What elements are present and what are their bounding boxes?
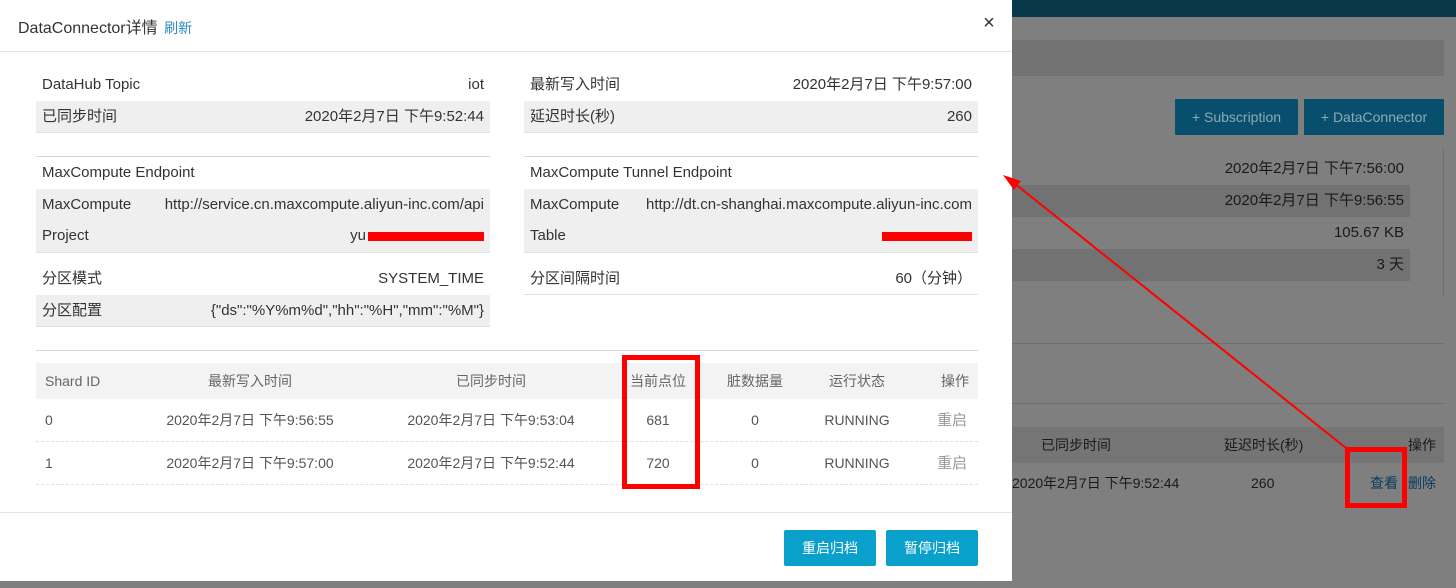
field-label: 分区模式: [42, 270, 103, 287]
mc-endpoint-value: http://service.cn.maxcompute.aliyun-inc.…: [164, 196, 484, 213]
add-dataconnector-button[interactable]: + DataConnector: [1304, 99, 1444, 135]
field-label: 延迟时长(秒): [530, 108, 615, 125]
mc-tunnel-value: http://dt.cn-shanghai.maxcompute.aliyun-…: [646, 196, 972, 213]
td-latest-write: 2020年2月7日 下午9:56:55: [166, 412, 334, 428]
table-row: 0 2020年2月7日 下午9:56:55 2020年2月7日 下午9:53:0…: [36, 399, 978, 442]
field-label: 最新写入时间: [530, 76, 621, 93]
background-th-action: 操作: [1408, 437, 1436, 453]
td-shard-id: 0: [45, 412, 53, 428]
field-value: 2020年2月7日 下午9:52:44: [304, 108, 484, 125]
th-action: 操作: [941, 373, 969, 389]
field-label: MaxCompute Tunnel Endpoint: [530, 164, 732, 181]
restart-shard-link[interactable]: 重启: [922, 442, 982, 485]
latest-write-field: 最新写入时间 2020年2月7日 下午9:57:00: [524, 69, 978, 101]
mc-endpoint-project-block: MaxCompute http://service.cn.maxcompute.…: [36, 189, 490, 253]
td-status: RUNNING: [824, 455, 890, 471]
background-th-delay: 延迟时长(秒): [1224, 437, 1304, 453]
field-label: Project: [42, 227, 89, 244]
background-th-synced: 已同步时间: [1041, 437, 1111, 453]
field-label: Table: [530, 227, 566, 244]
delay-field: 延迟时长(秒) 260: [524, 101, 978, 133]
partition-config-field: 分区配置 {"ds":"%Y%m%d","hh":"%H","mm":"%M"}: [36, 295, 490, 327]
field-value: 260: [946, 108, 972, 125]
field-value: SYSTEM_TIME: [378, 270, 484, 287]
partition-mode-field: 分区模式 SYSTEM_TIME: [36, 263, 490, 295]
th-dirty: 脏数据量: [727, 373, 783, 389]
th-synced: 已同步时间: [456, 373, 526, 389]
refresh-link[interactable]: 刷新: [164, 20, 192, 36]
field-value: iot: [468, 76, 484, 93]
field-label: 已同步时间: [42, 108, 118, 125]
td-dirty: 0: [751, 455, 759, 471]
td-shard-id: 1: [45, 455, 53, 471]
field-value: {"ds":"%Y%m%d","hh":"%H","mm":"%M"}: [210, 302, 484, 319]
redaction-mark: [368, 232, 484, 241]
background-divider: [1012, 343, 1444, 344]
background-info-value: 2020年2月7日 下午9:56:55: [1012, 185, 1410, 217]
modal-footer-divider: [0, 512, 1012, 513]
field-label: 分区间隔时间: [530, 270, 621, 287]
td-dirty: 0: [751, 412, 759, 428]
section-divider: [36, 350, 978, 351]
background-divider: [1443, 148, 1444, 296]
add-subscription-button[interactable]: + Subscription: [1175, 99, 1298, 135]
th-shard-id: Shard ID: [45, 373, 101, 389]
th-status: 运行状态: [829, 373, 885, 389]
background-td-synced: 2020年2月7日 下午9:52:44: [1012, 475, 1180, 491]
restart-shard-link[interactable]: 重启: [922, 399, 982, 442]
field-label: MaxCompute Endpoint: [42, 164, 195, 181]
view-link-highlight-box: [1345, 447, 1407, 508]
dataconnector-detail-modal: DataConnector详情 刷新 × DataHub Topic iot 最…: [0, 0, 1012, 581]
synced-time-field: 已同步时间 2020年2月7日 下午9:52:44: [36, 101, 490, 133]
field-value: 2020年2月7日 下午9:57:00: [792, 76, 972, 93]
modal-title-text: DataConnector详情: [18, 20, 158, 37]
modal-title: DataConnector详情 刷新: [18, 14, 192, 38]
table-row: 1 2020年2月7日 下午9:57:00 2020年2月7日 下午9:52:4…: [36, 442, 978, 485]
background-divider: [1012, 403, 1444, 404]
mc-tunnel-heading: MaxCompute Tunnel Endpoint: [524, 157, 978, 189]
position-column-highlight-box: [622, 355, 700, 489]
th-latest-write: 最新写入时间: [208, 373, 292, 389]
field-label: 分区配置: [42, 302, 103, 319]
mc-tunnel-table-block: MaxCompute http://dt.cn-shanghai.maxcomp…: [524, 189, 978, 253]
pause-archive-button[interactable]: 暂停归档: [886, 530, 978, 566]
mc-endpoint-heading: MaxCompute Endpoint: [36, 157, 490, 189]
field-label: DataHub Topic: [42, 76, 141, 93]
field-label: MaxCompute: [530, 196, 620, 213]
background-info-value: 105.67 KB: [1333, 224, 1404, 241]
td-synced: 2020年2月7日 下午9:52:44: [407, 455, 575, 471]
background-info-value: 3 天: [1012, 249, 1410, 281]
field-value: 60（分钟）: [895, 270, 972, 287]
td-synced: 2020年2月7日 下午9:53:04: [407, 412, 575, 428]
field-label: MaxCompute: [42, 196, 132, 213]
redaction-mark: [882, 232, 972, 241]
project-value: yu: [350, 227, 366, 244]
background-info-value: 2020年2月7日 下午7:56:00: [1224, 160, 1404, 177]
topic-field: DataHub Topic iot: [36, 69, 490, 101]
background-td-delay: 260: [1251, 475, 1275, 491]
td-status: RUNNING: [824, 412, 890, 428]
td-latest-write: 2020年2月7日 下午9:57:00: [166, 455, 334, 471]
background-breadcrumb-strip: [1012, 40, 1444, 76]
partition-interval-field: 分区间隔时间 60（分钟）: [524, 263, 978, 295]
modal-header: DataConnector详情 刷新 ×: [0, 0, 1012, 52]
restart-archive-button[interactable]: 重启归档: [784, 530, 876, 566]
close-icon[interactable]: ×: [980, 12, 998, 34]
delete-link[interactable]: 删除: [1408, 465, 1436, 501]
